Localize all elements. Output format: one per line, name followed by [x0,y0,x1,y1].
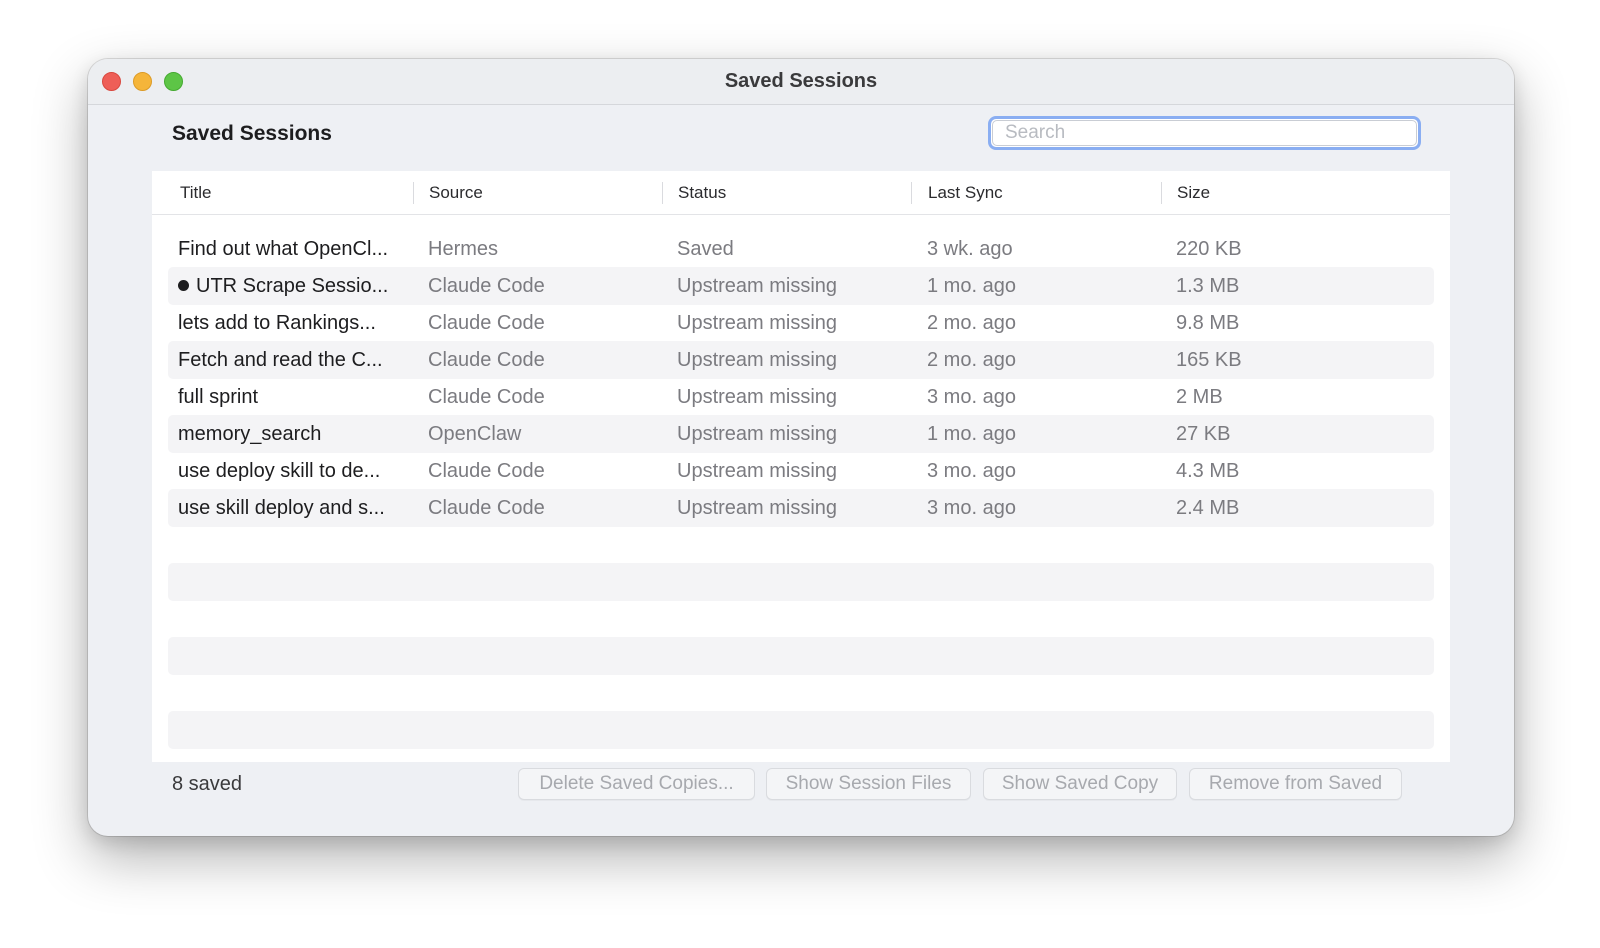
cell-source: Claude Code [428,460,545,482]
column-divider[interactable] [662,182,663,204]
table-row[interactable]: full sprint Claude Code Upstream missing… [168,378,1434,416]
cell-source: Claude Code [428,275,545,297]
cell-size: 2.4 MB [1176,497,1240,519]
column-header-size[interactable]: Size [1177,171,1210,214]
column-header-title[interactable]: Title [180,171,212,214]
cell-title-text: use deploy skill to de... [178,460,381,482]
table-row[interactable]: Fetch and read the C... Claude Code Upst… [168,341,1434,379]
title-bar[interactable]: Saved Sessions [88,59,1514,105]
cell-title-text: Fetch and read the C... [178,349,383,371]
cell-status: Saved [677,238,734,260]
cell-title-text: use skill deploy and s... [178,497,385,519]
cell-last-sync: 3 mo. ago [927,386,1016,408]
cell-size: 27 KB [1176,423,1231,445]
page-title: Saved Sessions [172,122,332,145]
empty-table-row [168,711,1434,749]
table-row[interactable]: use skill deploy and s... Claude Code Up… [168,489,1434,527]
search-input[interactable] [992,120,1417,146]
column-header-last-sync[interactable]: Last Sync [928,171,1003,214]
cell-status: Upstream missing [677,460,838,482]
cell-size: 165 KB [1176,349,1242,371]
cell-title-text: full sprint [178,386,259,408]
cell-status: Upstream missing [677,312,838,334]
saved-count-label: 8 saved [172,773,243,795]
cell-size: 220 KB [1176,238,1242,260]
search-field[interactable] [988,116,1421,150]
empty-table-row [168,526,1434,564]
delete-saved-copies-button[interactable]: Delete Saved Copies... [518,768,755,800]
table-row[interactable]: UTR Scrape Sessio... Claude Code Upstrea… [168,267,1434,305]
cell-last-sync: 1 mo. ago [927,275,1016,297]
sessions-table: Title Source Status Last Sync Size Find … [152,171,1450,762]
cell-last-sync: 3 mo. ago [927,497,1016,519]
column-header-source[interactable]: Source [429,171,483,214]
cell-source: Hermes [428,238,499,260]
empty-table-row [168,600,1434,638]
cell-title-text: lets add to Rankings... [178,312,376,334]
table-row[interactable]: use deploy skill to de... Claude Code Up… [168,452,1434,490]
empty-table-row [168,674,1434,712]
cell-status: Upstream missing [677,349,838,371]
window-title: Saved Sessions [724,70,878,92]
cell-last-sync: 2 mo. ago [927,349,1016,371]
cell-title: Fetch and read the C... [178,341,414,379]
show-session-files-button[interactable]: Show Session Files [766,768,971,800]
empty-table-row [168,637,1434,675]
column-header-status[interactable]: Status [678,171,726,214]
cell-size: 9.8 MB [1176,312,1240,334]
cell-source: Claude Code [428,497,545,519]
cell-size: 1.3 MB [1176,275,1240,297]
saved-sessions-window: Saved Sessions Saved Sessions Title Sour… [88,59,1514,836]
column-divider[interactable] [413,182,414,204]
cell-title-text: Find out what OpenCl... [178,238,389,260]
cell-last-sync: 3 mo. ago [927,460,1016,482]
empty-table-row [168,563,1434,601]
show-saved-copy-button[interactable]: Show Saved Copy [983,768,1177,800]
table-row[interactable]: lets add to Rankings... Claude Code Upst… [168,304,1434,342]
cell-source: Claude Code [428,349,545,371]
cell-title: Find out what OpenCl... [178,230,414,268]
cell-size: 4.3 MB [1176,460,1240,482]
cell-status: Upstream missing [677,275,838,297]
active-session-dot-icon [178,280,189,291]
table-row[interactable]: memory_search OpenClaw Upstream missing … [168,415,1434,453]
column-divider[interactable] [911,182,912,204]
cell-source: Claude Code [428,312,545,334]
cell-title-text: memory_search [178,423,322,445]
cell-status: Upstream missing [677,497,838,519]
cell-source: OpenClaw [428,423,522,445]
cell-title: lets add to Rankings... [178,304,414,342]
cell-title: memory_search [178,415,414,453]
remove-from-saved-button[interactable]: Remove from Saved [1189,768,1402,800]
cell-title: UTR Scrape Sessio... [178,267,414,305]
cell-status: Upstream missing [677,386,838,408]
cell-title: use skill deploy and s... [178,489,414,527]
column-divider[interactable] [1161,182,1162,204]
cell-title-text: UTR Scrape Sessio... [196,275,389,297]
cell-last-sync: 3 wk. ago [927,238,1013,260]
cell-title: use deploy skill to de... [178,452,414,490]
cell-size: 2 MB [1176,386,1223,408]
table-row[interactable]: Find out what OpenCl... Hermes Saved 3 w… [168,230,1434,268]
cell-last-sync: 2 mo. ago [927,312,1016,334]
cell-last-sync: 1 mo. ago [927,423,1016,445]
cell-status: Upstream missing [677,423,838,445]
cell-source: Claude Code [428,386,545,408]
table-header: Title Source Status Last Sync Size [152,171,1450,215]
cell-title: full sprint [178,378,414,416]
